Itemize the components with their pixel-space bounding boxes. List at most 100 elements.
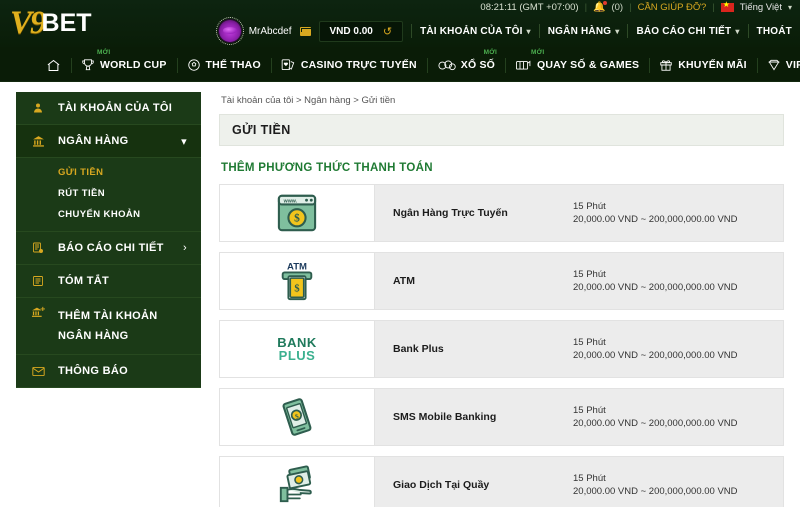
refresh-icon[interactable]: ↺ bbox=[383, 25, 392, 38]
payment-duration: 15 Phút bbox=[573, 200, 775, 213]
sidebar-subitem-deposit[interactable]: GỬI TIỀN bbox=[16, 162, 201, 183]
utility-strip: 08:21:11 (GMT +07:00) | 🔔 (0) | CẦN GIÚP… bbox=[480, 2, 792, 13]
sidebar-item-label: THÊM TÀI KHOẢN NGÂN HÀNG bbox=[58, 306, 187, 346]
payment-range: 20,000.00 VND ~ 200,000,000.00 VND bbox=[573, 349, 775, 362]
sidebar-item-banking[interactable]: NGÂN HÀNG ▾ bbox=[16, 125, 201, 158]
help-link[interactable]: CẦN GIÚP ĐỠ? bbox=[638, 2, 707, 13]
new-badge: MỚI bbox=[484, 49, 497, 56]
payment-method-row[interactable]: Giao Dịch Tại Quầy 15 Phút 20,000.00 VND… bbox=[219, 456, 784, 507]
chevron-down-icon[interactable]: ▾ bbox=[181, 135, 187, 148]
svg-text:$: $ bbox=[294, 284, 299, 295]
payment-method-name: Ngân Hàng Trực Tuyến bbox=[375, 185, 573, 241]
sidebar-item-label: TÓM TẮT bbox=[58, 275, 109, 287]
divider bbox=[539, 24, 540, 38]
payment-method-list: www. $ Ngân Hàng Trực Tuyến 15 Phút 20,0… bbox=[219, 184, 784, 507]
nav-label: KHUYẾN MÃI bbox=[678, 59, 747, 71]
account-menu-label: BÁO CÁO CHI TIẾT bbox=[636, 26, 731, 37]
account-menu-reports[interactable]: BÁO CÁO CHI TIẾT ▾ bbox=[636, 26, 739, 37]
main-content: Tài khoản của tôi > Ngân hàng > Gửi tiền… bbox=[201, 92, 800, 507]
payment-icon-cell: www. $ bbox=[220, 185, 375, 241]
payment-duration: 15 Phút bbox=[573, 404, 775, 417]
notification-count: (0) bbox=[611, 2, 623, 13]
sidebar-item-label: NGÂN HÀNG bbox=[58, 135, 129, 147]
top-bar: V9 BET 08:21:11 (GMT +07:00) | 🔔 (0) | C… bbox=[0, 0, 800, 47]
online-banking-icon: www. $ bbox=[276, 193, 318, 233]
nav-label: QUAY SỐ & GAMES bbox=[537, 59, 639, 71]
bell-icon[interactable]: 🔔 bbox=[593, 2, 605, 13]
new-badge: MỚI bbox=[531, 49, 544, 56]
payment-range: 20,000.00 VND ~ 200,000,000.00 VND bbox=[573, 485, 775, 498]
avatar-ring bbox=[216, 17, 244, 45]
payment-duration: 15 Phút bbox=[573, 472, 775, 485]
divider: | bbox=[585, 2, 587, 13]
payment-duration: 15 Phút bbox=[573, 268, 775, 281]
sidebar-item-summary[interactable]: TÓM TẮT bbox=[16, 265, 201, 298]
chevron-right-icon[interactable]: › bbox=[183, 242, 187, 254]
section-title: THÊM PHƯƠNG THỨC THANH TOÁN bbox=[221, 162, 784, 174]
chevron-down-icon: ▾ bbox=[615, 27, 619, 36]
sidebar-subitem-transfer[interactable]: CHUYỂN KHOẢN bbox=[16, 204, 201, 225]
payment-method-row[interactable]: BANK PLUS Bank Plus 15 Phút 20,000.00 VN… bbox=[219, 320, 784, 378]
add-bank-icon bbox=[30, 306, 46, 319]
payment-method-meta: 15 Phút 20,000.00 VND ~ 200,000,000.00 V… bbox=[573, 321, 783, 377]
nav-item-world-cup[interactable]: MỚI WORLD CUP bbox=[71, 48, 177, 83]
sidebar-item-reports[interactable]: BÁO CÁO CHI TIẾT › bbox=[16, 232, 201, 265]
account-menu-my-account[interactable]: TÀI KHOẢN CỦA TÔI ▾ bbox=[420, 26, 531, 37]
body-wrapper: TÀI KHOẢN CỦA TÔI NGÂN HÀNG ▾ GỬI TIỀN R… bbox=[0, 82, 800, 507]
home-icon bbox=[46, 58, 61, 73]
nav-label: XỔ SỐ bbox=[461, 59, 495, 71]
payment-method-row[interactable]: $ SMS Mobile Banking 15 Phút 20,000.00 V… bbox=[219, 388, 784, 446]
divider bbox=[627, 24, 628, 38]
payment-method-row[interactable]: www. $ Ngân Hàng Trực Tuyến 15 Phút 20,0… bbox=[219, 184, 784, 242]
envelope-icon bbox=[30, 366, 46, 377]
sidebar: TÀI KHOẢN CỦA TÔI NGÂN HÀNG ▾ GỬI TIỀN R… bbox=[16, 92, 201, 388]
sidebar-subitem-withdraw[interactable]: RÚT TIỀN bbox=[16, 183, 201, 204]
balance-amount: VND 0.00 bbox=[330, 26, 373, 37]
payment-method-row[interactable]: ATM $ ATM 15 Phút 20,000.00 VND ~ 200,00… bbox=[219, 252, 784, 310]
divider: | bbox=[629, 2, 631, 13]
new-badge: MỚI bbox=[97, 49, 110, 56]
nav-item-promotions[interactable]: KHUYẾN MÃI bbox=[649, 48, 757, 83]
payment-duration: 15 Phút bbox=[573, 336, 775, 349]
nav-item-games[interactable]: MỚI QUAY SỐ & GAMES bbox=[505, 48, 649, 83]
sidebar-item-label: TÀI KHOẢN CỦA TÔI bbox=[58, 102, 172, 114]
nav-item-live-casino[interactable]: CASINO TRỰC TUYẾN bbox=[271, 48, 427, 83]
account-menu-logout[interactable]: THOÁT bbox=[757, 26, 792, 37]
payment-icon-cell: BANK PLUS bbox=[220, 321, 375, 377]
nav-item-sports[interactable]: THỂ THAO bbox=[177, 48, 271, 83]
sidebar-item-label: THÔNG BÁO bbox=[58, 365, 128, 377]
svg-text:$: $ bbox=[294, 212, 300, 225]
avatar[interactable] bbox=[219, 20, 241, 42]
lottery-balls-icon bbox=[437, 58, 456, 72]
payment-range: 20,000.00 VND ~ 200,000,000.00 VND bbox=[573, 281, 775, 294]
chevron-down-icon[interactable]: ▾ bbox=[788, 3, 792, 12]
page-title: GỬI TIỀN bbox=[219, 114, 784, 146]
payment-method-name: Bank Plus bbox=[375, 321, 573, 377]
sidebar-item-notifications[interactable]: THÔNG BÁO bbox=[16, 355, 201, 388]
sidebar-submenu-banking: GỬI TIỀN RÚT TIỀN CHUYỂN KHOẢN bbox=[16, 158, 201, 232]
sidebar-item-add-bank-account[interactable]: THÊM TÀI KHOẢN NGÂN HÀNG bbox=[16, 298, 201, 355]
account-menu-label: NGÂN HÀNG bbox=[548, 26, 611, 37]
nav-item-vip[interactable]: VIP bbox=[757, 48, 800, 83]
breadcrumb: Tài khoản của tôi > Ngân hàng > Gửi tiền bbox=[219, 92, 784, 114]
mail-icon[interactable] bbox=[300, 27, 311, 36]
site-logo[interactable]: V9 BET bbox=[10, 6, 92, 40]
main-navigation: MỚI WORLD CUP THỂ THAO CASINO TRỰC TUYẾN… bbox=[0, 47, 800, 82]
nav-label: WORLD CUP bbox=[100, 59, 167, 71]
account-menu-banking[interactable]: NGÂN HÀNG ▾ bbox=[548, 26, 620, 37]
payment-icon-cell: $ bbox=[220, 389, 375, 445]
divider bbox=[411, 24, 412, 38]
language-label[interactable]: Tiếng Việt bbox=[740, 2, 782, 13]
trophy-icon bbox=[81, 58, 95, 72]
sms-mobile-banking-icon: $ bbox=[277, 397, 317, 437]
summary-icon bbox=[30, 275, 46, 287]
payment-range: 20,000.00 VND ~ 200,000,000.00 VND bbox=[573, 417, 775, 430]
svg-text:www.: www. bbox=[283, 199, 298, 205]
sidebar-item-my-account[interactable]: TÀI KHOẢN CỦA TÔI bbox=[16, 92, 201, 125]
gift-icon bbox=[659, 58, 673, 72]
payment-method-name: Giao Dịch Tại Quầy bbox=[375, 457, 573, 507]
nav-item-lottery[interactable]: MỚI XỔ SỐ bbox=[427, 48, 505, 83]
nav-item-home[interactable] bbox=[36, 48, 71, 83]
page-root: V9 BET 08:21:11 (GMT +07:00) | 🔔 (0) | C… bbox=[0, 0, 800, 507]
atm-icon: ATM $ bbox=[276, 260, 318, 302]
